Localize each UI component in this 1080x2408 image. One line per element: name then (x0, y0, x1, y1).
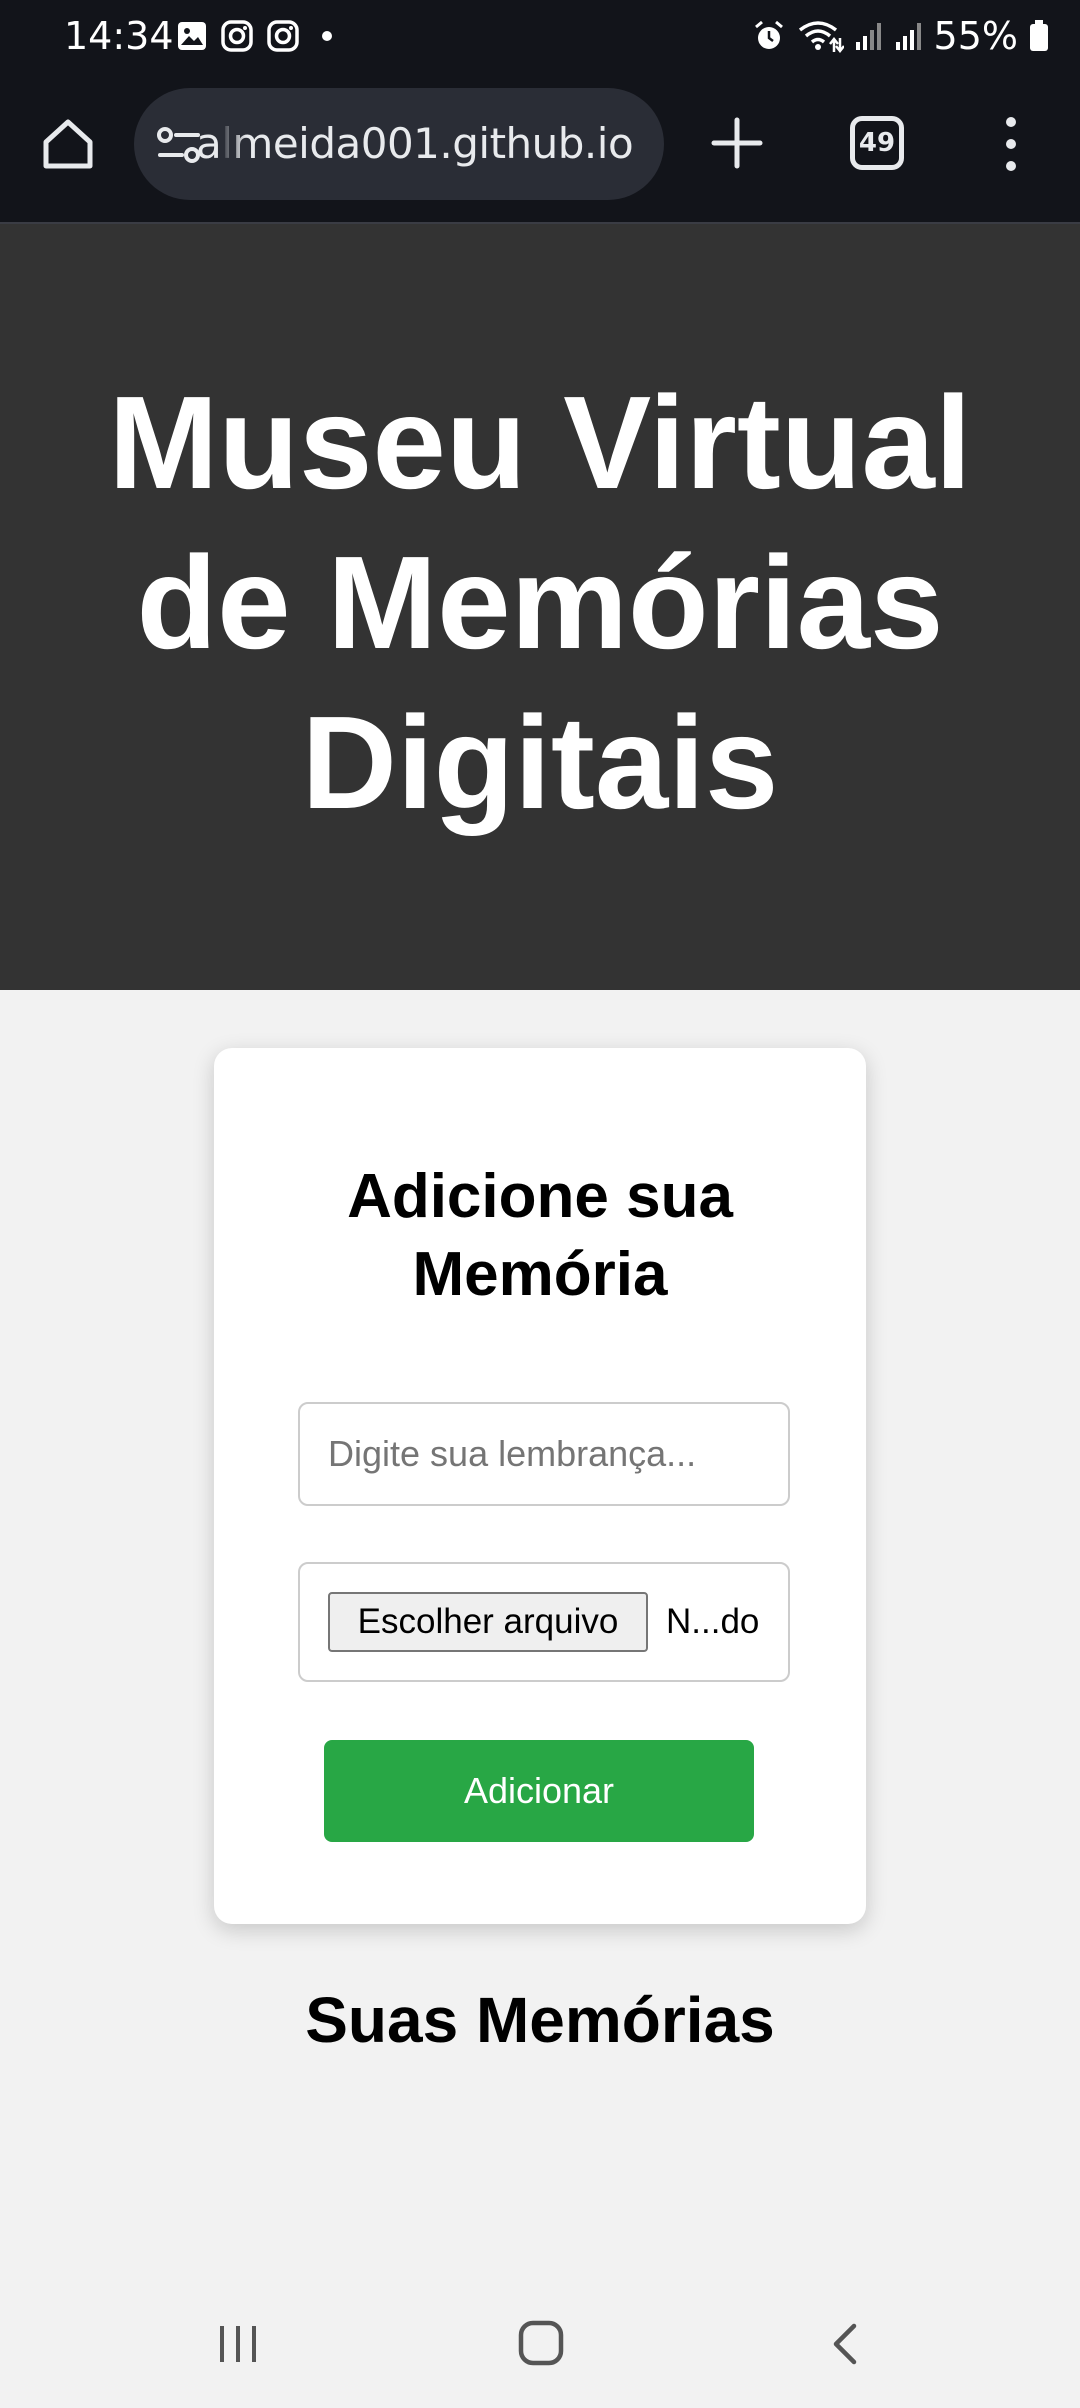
menu-icon[interactable] (996, 112, 1026, 176)
home-icon[interactable] (38, 114, 98, 174)
notification-icons (176, 17, 342, 55)
plus-icon[interactable] (708, 114, 766, 172)
battery-icon (1030, 20, 1048, 51)
signal-icon (855, 23, 881, 50)
wifi-icon (798, 21, 844, 54)
site-header: Museu Virtual de Memórias Digitais (0, 224, 1080, 990)
home-icon[interactable] (516, 2318, 566, 2368)
browser-toolbar: almeida001.github.io 49 (0, 72, 1080, 224)
url-fade (220, 88, 246, 200)
instagram-icon (267, 20, 299, 52)
file-status: N...do (666, 1602, 760, 1641)
back-icon[interactable] (826, 2320, 866, 2368)
battery-percent: 55% (933, 14, 1018, 58)
choose-file-button[interactable]: Escolher arquivo (328, 1592, 648, 1652)
system-nav-bar (0, 2280, 1080, 2408)
file-input[interactable]: Escolher arquivo N...do (298, 1562, 790, 1682)
status-time: 14:34 (64, 14, 174, 58)
recents-icon[interactable] (216, 2322, 260, 2366)
page-title: Museu Virtual de Memórias Digitais (108, 369, 972, 836)
dot-icon (322, 31, 332, 41)
memory-input[interactable] (298, 1402, 790, 1506)
memories-heading: Suas Memórias (305, 1984, 775, 2056)
url-text: almeida001.github.io (196, 119, 634, 168)
status-bar: 14:34 55% (0, 0, 1080, 72)
form-heading: Adicione sua Memória (347, 1162, 733, 1309)
signal-icon (895, 23, 921, 50)
tabs-icon[interactable]: 49 (850, 116, 904, 170)
address-bar[interactable]: almeida001.github.io (134, 88, 664, 200)
tab-count: 49 (858, 128, 896, 158)
instagram-icon (221, 20, 253, 52)
status-right: 55% (752, 12, 1050, 60)
add-memory-button[interactable]: Adicionar (324, 1740, 754, 1842)
alarm-icon (754, 20, 783, 49)
memory-form-card: Adicione sua Memória Escolher arquivo N.… (214, 1048, 866, 1924)
image-icon (178, 22, 206, 50)
